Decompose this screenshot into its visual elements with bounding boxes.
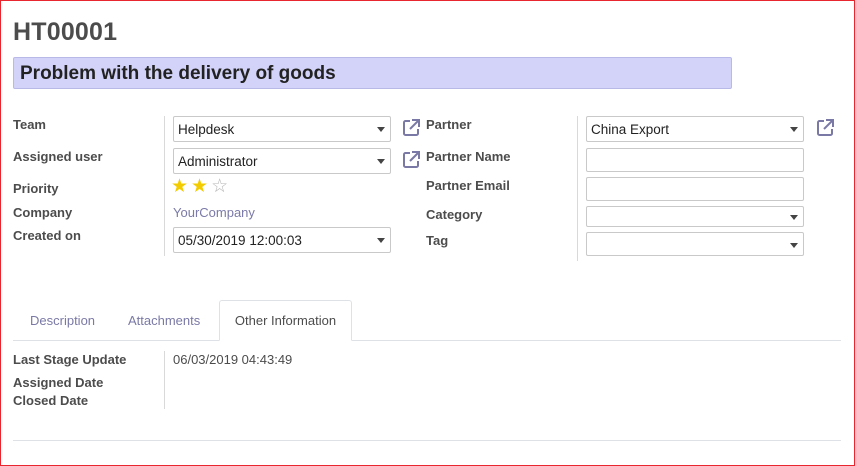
assigned-user-select[interactable]: Administrator	[173, 148, 391, 174]
star-icon[interactable]: ★	[191, 177, 208, 196]
right-column-divider	[577, 116, 578, 261]
assigned-user-label: Assigned user	[13, 149, 103, 164]
caret-down-icon	[377, 238, 385, 243]
partner-select-value: China Export	[591, 122, 670, 137]
company-value: YourCompany	[173, 205, 255, 220]
bottom-divider	[13, 440, 841, 441]
category-label: Category	[426, 207, 483, 222]
closed-date-label: Closed Date	[13, 393, 89, 408]
external-link-icon[interactable]	[401, 150, 421, 170]
partner-label: Partner	[426, 117, 472, 132]
team-label: Team	[13, 117, 46, 132]
category-select[interactable]	[586, 206, 804, 227]
priority-stars[interactable]: ★ ★ ☆	[171, 177, 231, 196]
ticket-reference: HT00001	[13, 18, 118, 46]
star-icon[interactable]: ★	[171, 177, 188, 196]
tab-other-information[interactable]: Other Information	[219, 300, 352, 341]
tab-attachments[interactable]: Attachments	[128, 313, 200, 328]
created-on-label: Created on	[13, 228, 81, 243]
caret-down-icon	[790, 215, 798, 220]
partner-email-label: Partner Email	[426, 178, 510, 193]
assigned-user-select-value: Administrator	[178, 154, 258, 169]
star-icon[interactable]: ☆	[211, 177, 228, 196]
tab-description[interactable]: Description	[30, 313, 95, 328]
caret-down-icon	[377, 127, 385, 132]
partner-name-input[interactable]	[586, 148, 804, 172]
priority-label: Priority	[13, 181, 59, 196]
caret-down-icon	[790, 127, 798, 132]
caret-down-icon	[377, 159, 385, 164]
team-select-value: Helpdesk	[178, 122, 235, 137]
partner-email-input[interactable]	[586, 177, 804, 201]
external-link-icon[interactable]	[815, 118, 835, 138]
partner-select[interactable]: China Export	[586, 116, 804, 142]
last-stage-update-label: Last Stage Update	[13, 352, 127, 367]
external-link-icon[interactable]	[401, 118, 421, 138]
assigned-date-label: Assigned Date	[13, 375, 104, 390]
created-on-value: 05/30/2019 12:00:03	[178, 233, 302, 248]
tag-select[interactable]	[586, 232, 804, 256]
caret-down-icon	[790, 243, 798, 248]
created-on-field[interactable]: 05/30/2019 12:00:03	[173, 227, 391, 253]
tabs-baseline	[13, 340, 841, 341]
company-label: Company	[13, 205, 73, 220]
partner-name-label: Partner Name	[426, 149, 511, 164]
tag-label: Tag	[426, 233, 449, 248]
last-stage-update-value: 06/03/2019 04:43:49	[173, 352, 293, 367]
info-column-divider	[164, 351, 165, 409]
ticket-subject-field[interactable]: Problem with the delivery of goods	[13, 57, 732, 89]
team-select[interactable]: Helpdesk	[173, 116, 391, 142]
left-column-divider	[164, 116, 165, 256]
